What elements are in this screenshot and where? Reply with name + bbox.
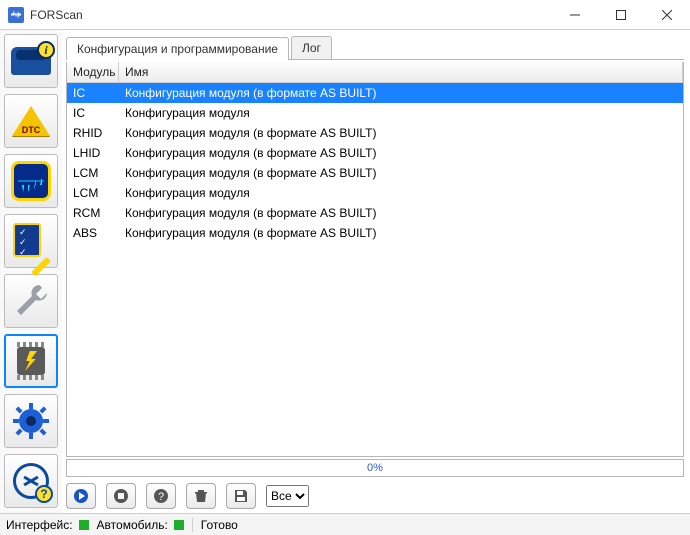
cell-name: Конфигурация модуля (в формате AS BUILT) <box>119 226 683 240</box>
table-body: ICКонфигурация модуля (в формате AS BUIL… <box>67 83 683 456</box>
cell-module: ABS <box>67 226 119 240</box>
status-interface-indicator <box>79 520 89 530</box>
svg-text:?: ? <box>158 491 164 503</box>
window-close-button[interactable] <box>644 0 690 30</box>
status-vehicle-indicator <box>174 520 184 530</box>
cell-name: Конфигурация модуля (в формате AS BUILT) <box>119 146 683 160</box>
tab-log[interactable]: Лог <box>291 36 332 59</box>
table-row[interactable]: ICКонфигурация модуля (в формате AS BUIL… <box>67 83 683 103</box>
table-row[interactable]: LCMКонфигурация модуля <box>67 183 683 203</box>
vehicle-icon: i <box>11 47 51 75</box>
module-table: Модуль Имя ICКонфигурация модуля (в форм… <box>66 62 684 457</box>
status-vehicle-label: Автомобиль: <box>97 518 168 532</box>
window-maximize-button[interactable] <box>598 0 644 30</box>
status-text: Готово <box>201 518 238 532</box>
table-row[interactable]: LCMКонфигурация модуля (в формате AS BUI… <box>67 163 683 183</box>
dtc-icon: DTC <box>12 105 50 137</box>
cell-module: LHID <box>67 146 119 160</box>
table-row[interactable]: RHIDКонфигурация модуля (в формате AS BU… <box>67 123 683 143</box>
wrench-icon <box>11 281 51 321</box>
vehicle-info-button[interactable]: i <box>4 34 58 88</box>
content-pane: Конфигурация и программирование Лог Моду… <box>62 30 690 513</box>
filter-select[interactable]: Все <box>266 485 309 507</box>
cell-name: Конфигурация модуля <box>119 186 683 200</box>
info-button[interactable]: ? <box>146 483 176 509</box>
live-data-button[interactable] <box>4 154 58 208</box>
cell-name: Конфигурация модуля (в формате AS BUILT) <box>119 206 683 220</box>
help-button[interactable]: ? <box>4 454 58 508</box>
table-row[interactable]: ABSКонфигурация модуля (в формате AS BUI… <box>67 223 683 243</box>
table-header: Модуль Имя <box>67 62 683 83</box>
minimize-icon <box>570 10 580 20</box>
cell-module: LCM <box>67 186 119 200</box>
trash-icon <box>193 488 209 504</box>
cell-module: RCM <box>67 206 119 220</box>
stop-button[interactable] <box>106 483 136 509</box>
service-button[interactable] <box>4 274 58 328</box>
cell-name: Конфигурация модуля (в формате AS BUILT) <box>119 166 683 180</box>
steering-help-icon: ? <box>11 461 51 501</box>
cell-name: Конфигурация модуля <box>119 106 683 120</box>
delete-button[interactable] <box>186 483 216 509</box>
column-header-module[interactable]: Модуль <box>67 62 119 82</box>
maximize-icon <box>616 10 626 20</box>
column-header-name[interactable]: Имя <box>119 62 683 82</box>
stop-icon <box>113 488 129 504</box>
window-titlebar: FORScan <box>0 0 690 30</box>
tests-button[interactable] <box>4 214 58 268</box>
question-icon: ? <box>153 488 169 504</box>
cell-module: IC <box>67 86 119 100</box>
status-bar: Интерфейс: Автомобиль: Готово <box>0 513 690 535</box>
progress-bar: 0% <box>66 459 684 477</box>
cell-name: Конфигурация модуля (в формате AS BUILT) <box>119 126 683 140</box>
cell-module: RHID <box>67 126 119 140</box>
cell-name: Конфигурация модуля (в формате AS BUILT) <box>119 86 683 100</box>
play-icon <box>73 488 89 504</box>
oscilloscope-icon <box>11 161 51 201</box>
run-button[interactable] <box>66 483 96 509</box>
gear-icon <box>11 401 51 441</box>
window-title: FORScan <box>30 8 83 22</box>
cell-module: LCM <box>67 166 119 180</box>
save-icon <box>233 488 249 504</box>
tab-configuration[interactable]: Конфигурация и программирование <box>66 37 289 60</box>
close-icon <box>662 10 672 20</box>
bottom-toolbar: ? Все <box>66 479 684 509</box>
table-row[interactable]: LHIDКонфигурация модуля (в формате AS BU… <box>67 143 683 163</box>
progress-text: 0% <box>367 462 383 474</box>
tab-bar: Конфигурация и программирование Лог <box>66 34 684 60</box>
save-button[interactable] <box>226 483 256 509</box>
sidebar: i DTC <box>0 30 62 513</box>
chip-icon <box>11 341 51 381</box>
settings-button[interactable] <box>4 394 58 448</box>
table-row[interactable]: RCMКонфигурация модуля (в формате AS BUI… <box>67 203 683 223</box>
cell-module: IC <box>67 106 119 120</box>
table-row[interactable]: ICКонфигурация модуля <box>67 103 683 123</box>
app-icon <box>8 7 24 23</box>
dtc-button[interactable]: DTC <box>4 94 58 148</box>
window-minimize-button[interactable] <box>552 0 598 30</box>
checklist-icon <box>11 221 51 261</box>
programming-button[interactable] <box>4 334 58 388</box>
status-interface-label: Интерфейс: <box>6 518 73 532</box>
